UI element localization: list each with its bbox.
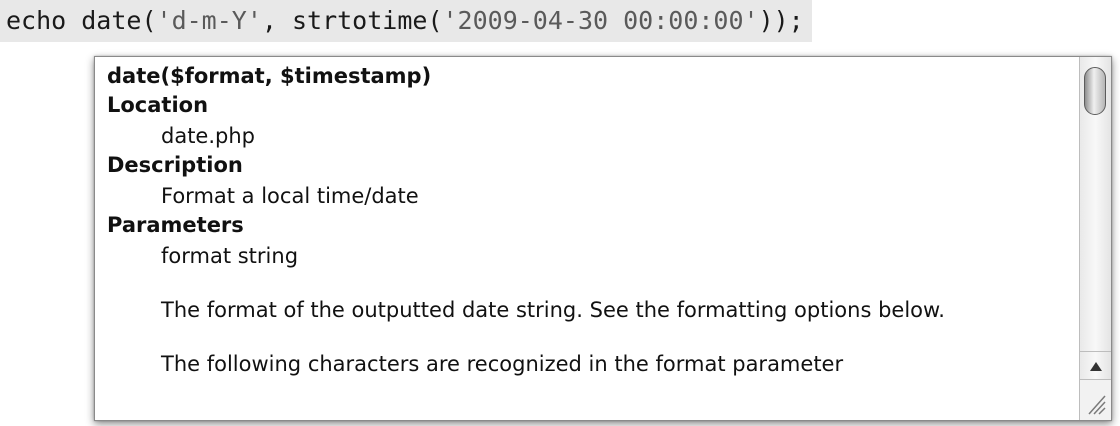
description-heading: Description	[107, 153, 243, 177]
location-heading: Location	[107, 93, 209, 117]
parameter-description: The format of the outputted date string.…	[161, 298, 945, 322]
format-characters-intro: The following characters are recognized …	[161, 352, 844, 376]
editor-stage: echo date('d-m-Y', strtotime('2009-04-30…	[0, 0, 1120, 426]
description-value: Format a local time/date	[161, 184, 419, 208]
code-token: ));	[758, 6, 804, 35]
code-token: , strtotime(	[261, 6, 443, 35]
resize-grip-lines	[1088, 395, 1106, 415]
vertical-scrollbar[interactable]	[1079, 57, 1111, 420]
code-token-string: '2009-04-30 00:00:00'	[442, 6, 759, 35]
resize-grip-icon[interactable]	[1080, 379, 1111, 420]
location-value: date.php	[161, 124, 255, 148]
parameters-heading: Parameters	[107, 213, 244, 237]
parameter-name: format string	[161, 244, 299, 268]
code-line[interactable]: echo date('d-m-Y', strtotime('2009-04-30…	[0, 0, 812, 42]
scroll-up-arrow-icon[interactable]	[1080, 351, 1111, 380]
documentation-content: date($format, $timestamp) Location date.…	[107, 63, 1073, 378]
function-signature: date($format, $timestamp)	[107, 64, 432, 88]
code-token-string: 'd-m-Y'	[156, 6, 262, 35]
documentation-popup[interactable]: date($format, $timestamp) Location date.…	[94, 56, 1112, 421]
scrollbar-thumb[interactable]	[1084, 67, 1106, 115]
code-token: echo date(	[6, 6, 157, 35]
